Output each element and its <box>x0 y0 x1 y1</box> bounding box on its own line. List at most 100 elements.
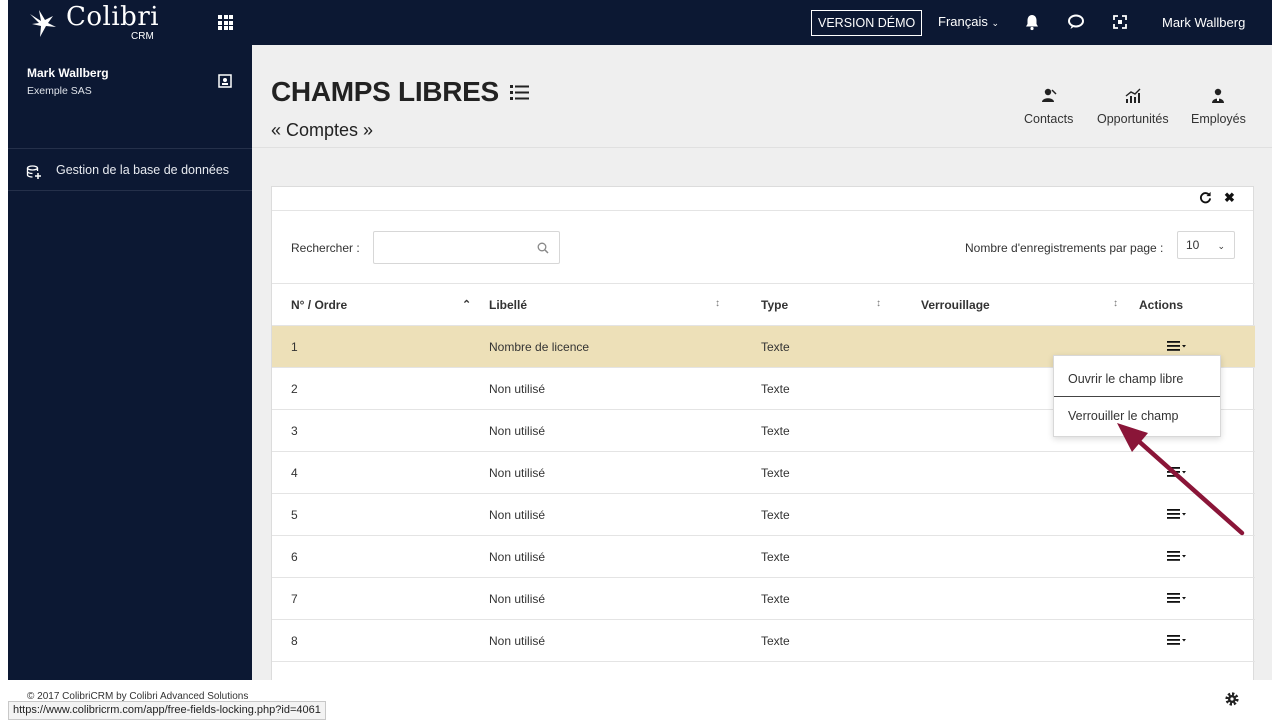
chevron-down-icon: ⌄ <box>1217 241 1225 251</box>
cell-type: Texte <box>761 325 921 368</box>
table-row[interactable]: 7 Non utilisé Texte <box>272 577 1255 620</box>
cell-number: 5 <box>272 493 489 536</box>
column-header-lock[interactable]: Verrouillage ↕ <box>921 283 1139 326</box>
search-box <box>373 231 560 264</box>
cell-type: Texte <box>761 367 921 410</box>
refresh-icon[interactable] <box>1199 191 1212 204</box>
cell-number: 3 <box>272 409 489 452</box>
page-header: CHAMPS LIBRES « Comptes » Contacts Oppor… <box>252 45 1272 148</box>
database-add-icon <box>26 165 41 179</box>
close-icon[interactable]: ✖ <box>1224 190 1235 206</box>
quicklink-label: Employés <box>1191 112 1246 126</box>
row-actions-menu-icon[interactable] <box>1167 550 1187 562</box>
table-row[interactable]: 8 Non utilisé Texte <box>272 619 1255 662</box>
sort-icon: ↕ <box>715 298 720 309</box>
gear-icon[interactable] <box>1223 690 1241 708</box>
cell-lock <box>921 451 1139 494</box>
language-label: Français <box>938 14 988 29</box>
row-actions-menu-icon[interactable] <box>1167 340 1187 352</box>
cell-lock <box>921 619 1139 662</box>
cell-number: 8 <box>272 619 489 662</box>
panel-toolbar: ✖ <box>272 187 1253 211</box>
sort-asc-icon: ⌃ <box>462 299 472 311</box>
sidebar: Mark Wallberg Exemple SAS Gestion de la … <box>8 45 252 720</box>
version-demo-button[interactable]: VERSION DÉMO <box>811 10 923 36</box>
page-title: CHAMPS LIBRES <box>271 76 499 107</box>
page-subtitle: « Comptes » <box>271 120 374 140</box>
column-header-label: Verrouillage <box>921 297 990 312</box>
sidebar-item-database-management[interactable]: Gestion de la base de données <box>8 149 252 191</box>
quicklink-label: Opportunités <box>1097 112 1169 126</box>
row-actions-menu-icon[interactable] <box>1167 634 1187 646</box>
search-input[interactable] <box>374 232 524 263</box>
cell-number: 4 <box>272 451 489 494</box>
column-header-number[interactable]: N° / Ordre ⌃ <box>272 283 489 326</box>
logo[interactable]: Colibri CRM <box>26 2 159 42</box>
cell-label: Non utilisé <box>489 619 761 662</box>
free-fields-table: N° / Ordre ⌃ Libellé ↕ Type ↕ Verrouilla… <box>272 283 1255 662</box>
sort-icon: ↕ <box>876 298 881 309</box>
cell-type: Texte <box>761 577 921 620</box>
sidebar-item-label: Gestion de la base de données <box>56 163 230 177</box>
cell-number: 7 <box>272 577 489 620</box>
contacts-icon <box>1041 88 1057 102</box>
search-icon[interactable] <box>537 242 549 254</box>
column-header-label-col[interactable]: Libellé ↕ <box>489 283 761 326</box>
cell-label: Non utilisé <box>489 535 761 578</box>
language-selector[interactable]: Français ⌄ <box>938 14 999 29</box>
sidebar-company-name: Exemple SAS <box>27 85 92 97</box>
cell-label: Non utilisé <box>489 451 761 494</box>
status-url-bar: https://www.colibricrm.com/app/free-fiel… <box>8 701 326 720</box>
cell-type: Texte <box>761 535 921 578</box>
cell-lock <box>921 535 1139 578</box>
column-header-label: Type <box>761 297 789 312</box>
records-per-page-select[interactable]: 10 ⌄ <box>1177 231 1235 259</box>
row-actions-menu-icon[interactable] <box>1167 508 1187 520</box>
cell-number: 2 <box>272 367 489 410</box>
cell-label: Non utilisé <box>489 409 761 452</box>
search-label: Rechercher : <box>291 241 360 255</box>
cell-type: Texte <box>761 451 921 494</box>
bell-icon[interactable] <box>1023 13 1041 31</box>
user-card-icon[interactable] <box>218 74 232 88</box>
free-fields-panel: ✖ Rechercher : Nombre d'enregistrements … <box>271 186 1255 706</box>
table-row[interactable]: 5 Non utilisé Texte <box>272 493 1255 536</box>
chevron-down-icon: ⌄ <box>991 18 1000 28</box>
fullscreen-icon[interactable] <box>1111 13 1129 31</box>
cell-number: 6 <box>272 535 489 578</box>
table-row[interactable]: 6 Non utilisé Texte <box>272 535 1255 578</box>
records-per-page-label: Nombre d'enregistrements par page : <box>965 241 1164 255</box>
employee-icon <box>1212 88 1225 103</box>
chat-icon[interactable] <box>1067 13 1085 31</box>
table-row[interactable]: 4 Non utilisé Texte <box>272 451 1255 494</box>
cell-label: Non utilisé <box>489 367 761 410</box>
top-navbar: Colibri CRM VERSION DÉMO Français ⌄ Mark… <box>8 0 1272 45</box>
cell-type: Texte <box>761 493 921 536</box>
hummingbird-logo-icon <box>30 10 56 37</box>
table-header-row: N° / Ordre ⌃ Libellé ↕ Type ↕ Verrouilla… <box>272 283 1255 326</box>
cell-number: 1 <box>272 325 489 368</box>
cell-type: Texte <box>761 409 921 452</box>
sidebar-user-name: Mark Wallberg <box>27 66 109 80</box>
row-actions-menu-icon[interactable] <box>1167 592 1187 604</box>
menu-item-lock-field[interactable]: Verrouiller le champ <box>1054 396 1220 436</box>
row-actions-dropdown: Ouvrir le champ libre Verrouiller le cha… <box>1053 355 1221 437</box>
quicklink-opportunities[interactable]: Opportunités <box>1097 87 1169 126</box>
quicklink-employees[interactable]: Employés <box>1191 87 1246 126</box>
row-actions-menu-icon[interactable] <box>1167 466 1187 478</box>
logo-subtext: CRM <box>131 31 154 42</box>
cell-label: Nombre de licence <box>489 325 761 368</box>
cell-lock <box>921 493 1139 536</box>
column-header-label: Libellé <box>489 297 528 312</box>
column-header-label: N° / Ordre <box>291 297 348 312</box>
menu-item-open-field[interactable]: Ouvrir le champ libre <box>1054 359 1220 399</box>
cell-label: Non utilisé <box>489 493 761 536</box>
list-icon[interactable] <box>510 83 530 101</box>
apps-grid-icon[interactable] <box>218 15 233 30</box>
chart-icon <box>1125 88 1141 103</box>
quicklink-contacts[interactable]: Contacts <box>1024 87 1073 126</box>
user-menu[interactable]: Mark Wallberg <box>1162 15 1245 30</box>
column-header-type[interactable]: Type ↕ <box>761 283 921 326</box>
cell-type: Texte <box>761 619 921 662</box>
logo-text: Colibri <box>66 2 160 32</box>
